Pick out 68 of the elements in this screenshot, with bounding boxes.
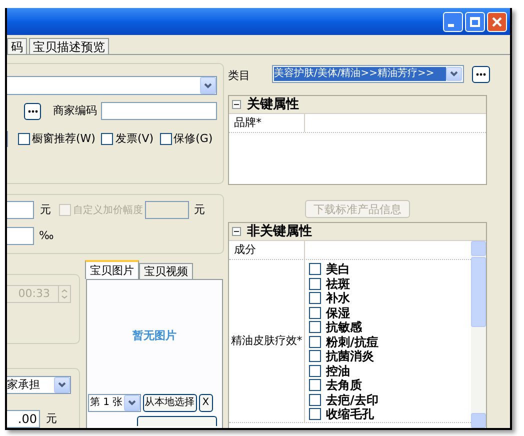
checkbox[interactable]	[309, 350, 321, 362]
property-name: 成分	[229, 241, 305, 259]
close-icon[interactable]	[487, 12, 507, 32]
minimize-icon[interactable]	[443, 12, 463, 32]
checkbox[interactable]	[309, 321, 321, 334]
checkbox[interactable]	[18, 133, 30, 146]
section-title: 非关键属性	[247, 222, 312, 241]
checkbox[interactable]	[309, 394, 321, 406]
remove-button[interactable]: X	[198, 394, 213, 412]
option-label: 美白	[326, 263, 350, 276]
checkbox[interactable]	[309, 379, 321, 392]
rate-field[interactable]	[7, 227, 34, 245]
ellipsis-icon[interactable]	[24, 102, 41, 120]
tab[interactable]: 码	[7, 38, 27, 54]
maximize-icon[interactable]	[465, 12, 485, 32]
checkbox-label: 自定义加价幅度	[73, 204, 143, 218]
property-name: 精油皮肤疗效*	[229, 260, 305, 422]
checkbox[interactable]	[309, 278, 321, 290]
dropdown-value: 家承担	[7, 377, 41, 393]
scrollbar[interactable]	[471, 241, 486, 428]
no-image-text: 暂无图片	[132, 328, 176, 344]
option-label: 粉刺/抗痘	[326, 336, 378, 348]
dropdown-value: 第 1 张	[89, 396, 124, 410]
dropdown[interactable]: 家承担	[7, 376, 71, 394]
section-title: 关键属性	[247, 96, 299, 114]
checkbox[interactable]	[101, 133, 114, 146]
unit-label: 元	[194, 202, 205, 218]
checkbox[interactable]	[309, 263, 321, 276]
price-field[interactable]	[7, 201, 34, 219]
checkbox[interactable]	[309, 364, 321, 377]
checkbox[interactable]	[309, 306, 321, 319]
unit-label: ‰	[39, 228, 54, 244]
collapse-icon[interactable]	[232, 227, 241, 236]
category-label: 类目	[228, 68, 251, 84]
option-label: 补水	[326, 292, 350, 304]
option-label: 抗菌消炎	[326, 350, 374, 362]
option-label: 抗敏感	[326, 321, 362, 334]
ellipsis-icon[interactable]	[472, 66, 490, 82]
checkbox[interactable]	[160, 133, 172, 146]
option-label: 祛斑	[326, 278, 350, 290]
option-label: 控油	[326, 364, 350, 377]
unit-label: 元	[46, 410, 57, 427]
option-label: 去角质	[326, 379, 362, 392]
tab[interactable]: 宝贝视频	[139, 263, 193, 279]
tab[interactable]: 宝贝描述预览	[29, 38, 109, 54]
collapse-icon[interactable]	[232, 100, 241, 109]
option-label: 收缩毛孔	[326, 408, 374, 420]
checkbox[interactable]	[309, 336, 321, 348]
property-name: 品牌*	[229, 114, 305, 132]
local-select-button[interactable]: 从本地选择	[142, 394, 197, 412]
dropdown[interactable]	[7, 76, 217, 95]
option-label: 保湿	[326, 306, 350, 319]
tab[interactable]: 宝贝图片	[85, 260, 139, 279]
merchant-code-field[interactable]	[101, 102, 217, 120]
amount-field[interactable]: .00	[7, 410, 40, 428]
selected-category-text: 美容护肤/美体/精油>>精油芳疗>>	[274, 67, 446, 81]
category-dropdown[interactable]: 美容护肤/美体/精油>>精油芳疗>>	[272, 65, 464, 83]
unit-label: 元	[40, 202, 51, 218]
checkbox-label: 橱窗推荐(W)	[32, 131, 96, 147]
page-dropdown[interactable]: 第 1 张	[88, 394, 141, 412]
time-value: 00:33	[17, 286, 51, 302]
checkbox[interactable]	[309, 292, 321, 304]
checkbox-label: 发票(V)	[115, 131, 154, 147]
checkbox[interactable]	[309, 408, 321, 420]
merchant-code-label: 商家编码	[53, 102, 97, 119]
checkbox-label: 保修(G)	[174, 131, 213, 147]
option-label: 去疤/去印	[326, 394, 378, 406]
image-space-button[interactable]	[137, 416, 217, 426]
